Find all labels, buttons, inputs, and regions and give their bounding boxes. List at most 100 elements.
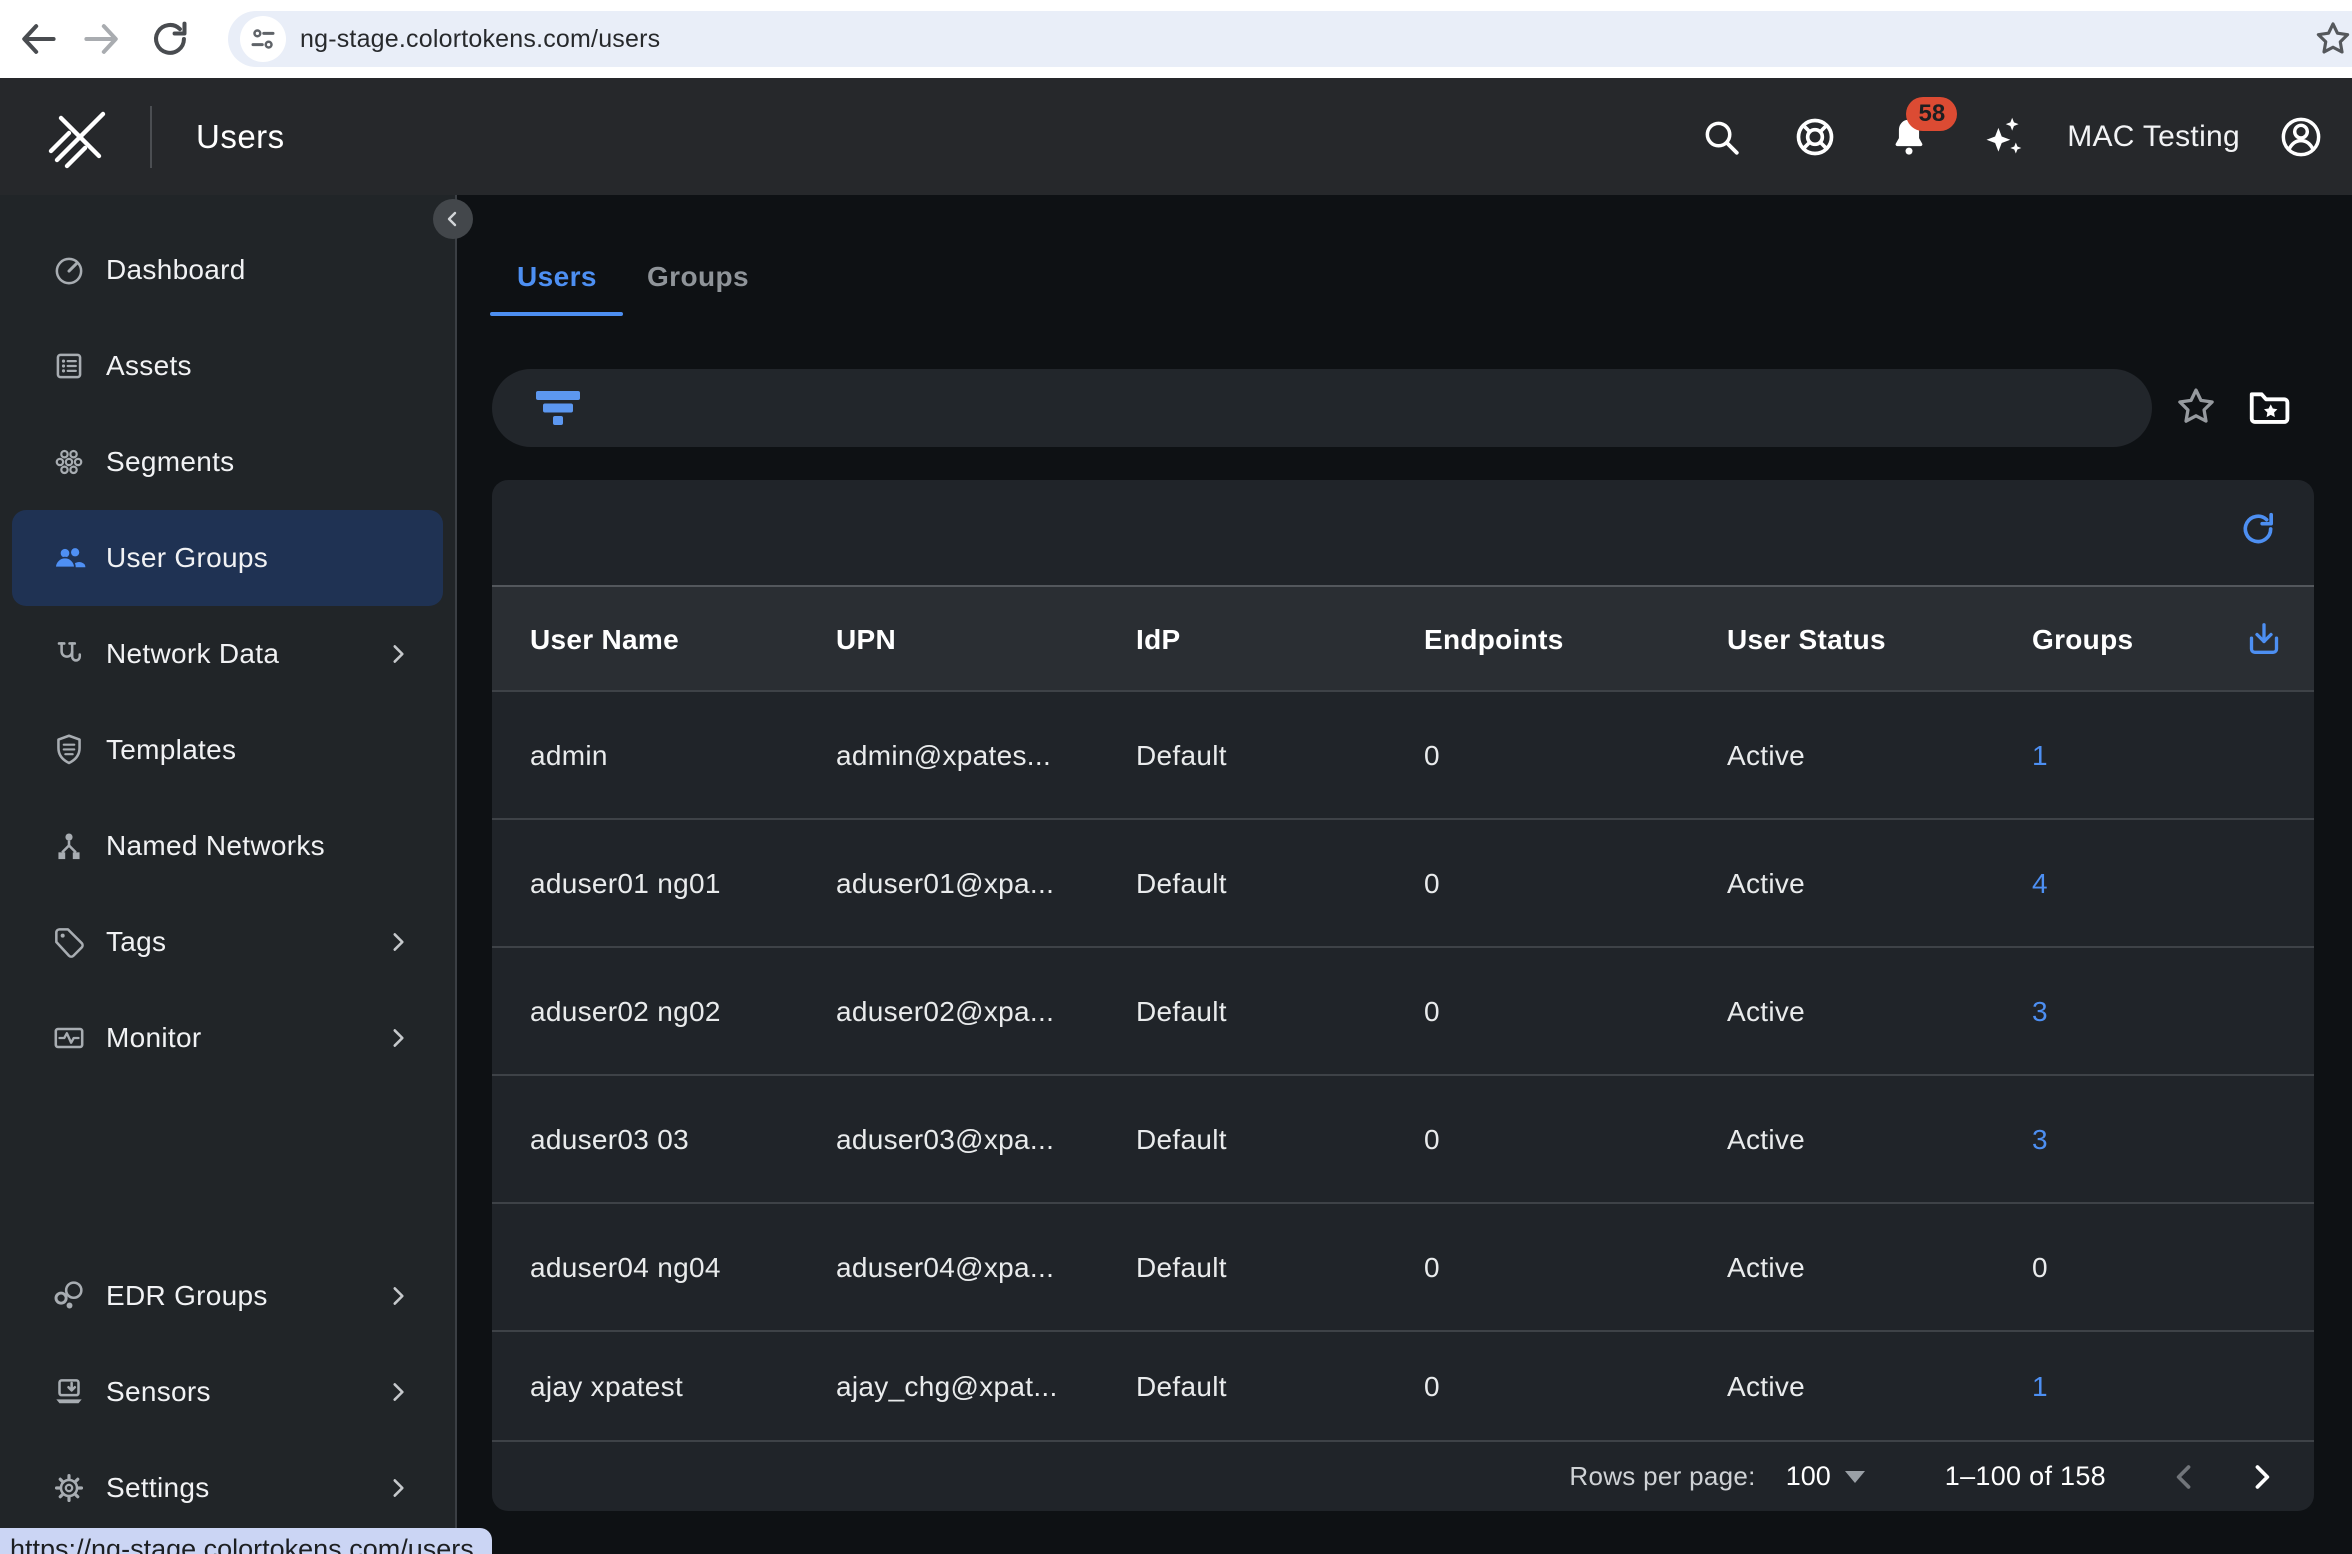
download-button[interactable] [2244, 619, 2284, 659]
sidebar-item-network-data[interactable]: Network Data [0, 606, 455, 702]
table-row[interactable]: aduser04 ng04 aduser04@xpa... Default 0 … [492, 1202, 2314, 1332]
notifications-button[interactable]: 58 [1887, 115, 1931, 159]
url-text: ng-stage.colortokens.com/users [300, 25, 660, 54]
saved-filters-button[interactable] [2246, 384, 2292, 430]
column-header-upn[interactable]: UPN [836, 624, 896, 656]
ai-assistant-button[interactable] [1981, 115, 2025, 159]
sidebar-item-user-groups[interactable]: User Groups [12, 510, 443, 606]
account-name: MAC Testing [2067, 120, 2240, 154]
refresh-button[interactable] [2238, 509, 2278, 549]
sidebar-item-templates[interactable]: Templates [0, 702, 455, 798]
column-header-user-name[interactable]: User Name [530, 624, 679, 656]
templates-shield-icon [50, 731, 88, 769]
cell-upn: aduser04@xpa... [836, 1252, 1054, 1284]
column-header-endpoints[interactable]: Endpoints [1424, 624, 1564, 656]
help-button[interactable] [1793, 115, 1837, 159]
cell-groups-link[interactable]: 3 [2032, 1124, 2048, 1156]
filter-input[interactable] [492, 369, 2152, 447]
colortokens-logo [48, 105, 112, 169]
sidebar-item-label: Named Networks [106, 830, 325, 862]
rows-per-page-select[interactable]: 100 [1786, 1461, 1831, 1492]
cell-groups-link[interactable]: 4 [2032, 868, 2048, 900]
browser-reload-button[interactable] [148, 17, 192, 61]
sidebar-item-dashboard[interactable]: Dashboard [0, 222, 455, 318]
column-header-user-status[interactable]: User Status [1727, 624, 1886, 656]
cell-user-name: aduser03 03 [530, 1124, 689, 1156]
sidebar-item-settings[interactable]: Settings [0, 1440, 455, 1536]
sidebar-item-segments[interactable]: Segments [0, 414, 455, 510]
cell-upn: admin@xpates... [836, 740, 1051, 772]
cell-groups-link[interactable]: 3 [2032, 996, 2048, 1028]
cell-user-name: aduser04 ng04 [530, 1252, 721, 1284]
cell-groups-link[interactable]: 1 [2032, 1371, 2048, 1403]
browser-chrome: ng-stage.colortokens.com/users [0, 0, 2352, 78]
chevron-left-icon [2168, 1460, 2202, 1494]
dropdown-caret-icon[interactable] [1845, 1471, 1865, 1483]
browser-forward-button[interactable] [80, 17, 124, 61]
cell-idp: Default [1136, 1252, 1227, 1284]
search-button[interactable] [1699, 115, 1743, 159]
chevron-right-icon [2244, 1460, 2278, 1494]
search-icon [1700, 116, 1742, 158]
back-arrow-icon [16, 17, 60, 61]
address-bar[interactable]: ng-stage.colortokens.com/users [228, 11, 2352, 67]
app-header: Users 58 [0, 78, 2352, 195]
cell-user-status: Active [1727, 996, 1805, 1028]
sidebar: Dashboard Assets Segments [0, 195, 457, 1554]
bookmark-star-icon [2312, 18, 2352, 60]
sidebar-collapse-button[interactable] [433, 199, 473, 239]
column-header-groups[interactable]: Groups [2032, 624, 2133, 656]
table-row[interactable]: aduser02 ng02 aduser02@xpa... Default 0 … [492, 946, 2314, 1076]
account-menu-button[interactable] [2278, 114, 2324, 160]
tab-users[interactable]: Users [517, 261, 597, 293]
dashboard-icon [50, 251, 88, 289]
tab-groups[interactable]: Groups [647, 261, 749, 293]
cell-user-name: aduser02 ng02 [530, 996, 721, 1028]
header-divider [150, 106, 152, 168]
sidebar-item-label: Assets [106, 350, 192, 382]
favorite-filter-button[interactable] [2174, 385, 2218, 429]
folder-star-icon [2246, 384, 2292, 430]
cell-groups-value: 0 [2032, 1252, 2048, 1284]
sidebar-item-label: EDR Groups [106, 1280, 268, 1312]
cell-upn: aduser02@xpa... [836, 996, 1054, 1028]
cell-upn: ajay_chg@xpat... [836, 1371, 1058, 1403]
browser-back-button[interactable] [16, 17, 60, 61]
cell-idp: Default [1136, 996, 1227, 1028]
table-row[interactable]: aduser03 03 aduser03@xpa... Default 0 Ac… [492, 1074, 2314, 1204]
sidebar-section-gap [0, 1086, 455, 1248]
sidebar-item-named-networks[interactable]: Named Networks [0, 798, 455, 894]
site-settings-button[interactable] [240, 16, 286, 62]
table-row[interactable]: admin admin@xpates... Default 0 Active 1 [492, 690, 2314, 820]
table-row[interactable]: aduser01 ng01 aduser01@xpa... Default 0 … [492, 818, 2314, 948]
column-header-idp[interactable]: IdP [1136, 624, 1180, 656]
sidebar-item-sensors[interactable]: Sensors [0, 1344, 455, 1440]
chevron-right-icon [385, 641, 411, 667]
link-status-tooltip: https://ng-stage.colortokens.com/users [0, 1528, 492, 1554]
sensors-icon [50, 1373, 88, 1411]
sidebar-item-label: User Groups [106, 542, 268, 574]
previous-page-button[interactable] [2168, 1460, 2202, 1494]
cell-user-name: aduser01 ng01 [530, 868, 721, 900]
chevron-right-icon [385, 1379, 411, 1405]
cell-groups-link[interactable]: 1 [2032, 740, 2048, 772]
sidebar-item-assets[interactable]: Assets [0, 318, 455, 414]
sidebar-item-edr-groups[interactable]: EDR Groups [0, 1248, 455, 1344]
sidebar-item-monitor[interactable]: Monitor [0, 990, 455, 1086]
cell-user-name: ajay xpatest [530, 1371, 683, 1403]
cell-endpoints: 0 [1424, 1371, 1440, 1403]
cell-idp: Default [1136, 1124, 1227, 1156]
chevron-right-icon [385, 1475, 411, 1501]
tag-icon [50, 923, 88, 961]
next-page-button[interactable] [2244, 1460, 2278, 1494]
star-icon [2174, 385, 2218, 429]
table-row[interactable]: ajay xpatest ajay_chg@xpat... Default 0 … [492, 1330, 2314, 1442]
sidebar-item-tags[interactable]: Tags [0, 894, 455, 990]
filter-icon [534, 390, 584, 426]
table-header-row: User Name UPN IdP Endpoints User Status … [492, 585, 2314, 692]
chevron-right-icon [385, 1283, 411, 1309]
site-settings-icon [248, 24, 278, 54]
sidebar-item-label: Monitor [106, 1022, 201, 1054]
bookmark-button[interactable] [2312, 18, 2352, 60]
network-data-icon [50, 635, 88, 673]
